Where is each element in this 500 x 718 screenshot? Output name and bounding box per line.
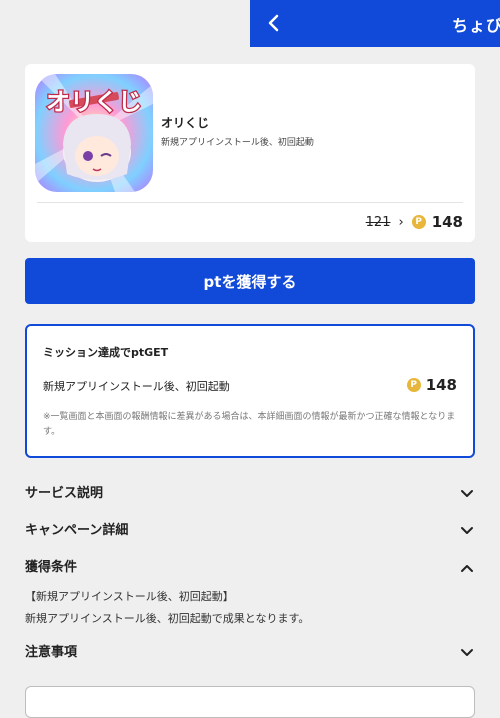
accordion-campaign[interactable]: キャンペーン詳細 <box>25 519 475 541</box>
app-card: オリくじ オリくじ 新規アプリインストール後、初回起動 121 › P 148 <box>25 64 475 242</box>
points-row: 121 › P 148 <box>366 212 463 232</box>
accordion-service[interactable]: サービス説明 <box>25 482 475 504</box>
accordion-label: サービス説明 <box>25 486 104 501</box>
mission-row-points: P 148 <box>406 376 457 394</box>
mission-points-value: 148 <box>425 376 457 394</box>
accordion-label: キャンペーン詳細 <box>25 523 129 538</box>
chevron-up-icon <box>461 565 473 572</box>
app-condition: 新規アプリインストール後、初回起動 <box>161 138 314 148</box>
coin-icon: P <box>406 378 421 392</box>
app-icon: オリくじ <box>35 74 153 192</box>
chevron-down-icon <box>461 490 473 497</box>
chevron-left-icon <box>268 14 279 32</box>
bottom-panel <box>25 686 475 718</box>
mission-title: ミッション達成でptGET <box>43 346 169 359</box>
arrow-right-icon: › <box>398 214 404 230</box>
conditions-line: 新規アプリインストール後、初回起動で成果となります。 <box>25 612 310 625</box>
accordion-conditions[interactable]: 獲得条件 <box>25 556 475 578</box>
accordion-label: 獲得条件 <box>25 560 78 575</box>
accordion-notes[interactable]: 注意事項 <box>25 641 475 663</box>
app-name: オリくじ <box>161 116 210 130</box>
page-title: ちょび <box>452 16 500 35</box>
divider <box>37 202 463 203</box>
back-button[interactable] <box>262 11 286 35</box>
conditions-line: 【新規アプリインストール後、初回起動】 <box>25 590 234 603</box>
conditions-body: 【新規アプリインストール後、初回起動】 新規アプリインストール後、初回起動で成果… <box>25 586 475 630</box>
app-icon-logo: オリくじ <box>46 88 142 116</box>
header-bar: ちょび <box>250 0 500 47</box>
accordion-label: 注意事項 <box>25 645 78 660</box>
mission-note: ※一覧画面と本画面の報酬情報に差異がある場合は、本詳細画面の情報が最新かつ正確な… <box>43 412 456 437</box>
chevron-down-icon <box>461 649 473 656</box>
mission-box: ミッション達成でptGET 新規アプリインストール後、初回起動 P 148 ※一… <box>25 324 475 458</box>
old-points: 121 <box>365 214 391 230</box>
coin-icon: P <box>411 215 426 229</box>
get-points-button[interactable]: ptを獲得する <box>25 258 475 304</box>
new-points: 148 <box>431 213 463 231</box>
mission-row-label: 新規アプリインストール後、初回起動 <box>43 380 230 393</box>
chevron-down-icon <box>461 527 473 534</box>
